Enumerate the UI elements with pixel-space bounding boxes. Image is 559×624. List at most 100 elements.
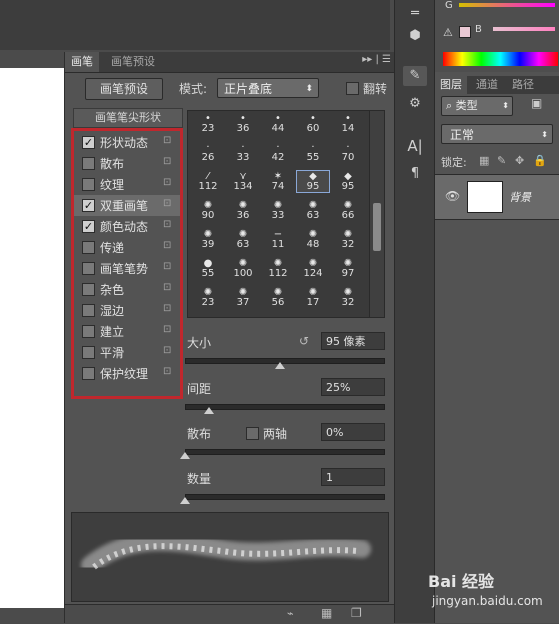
adjustments-icon[interactable]: ⚙ <box>403 94 427 114</box>
both-axes-checkbox[interactable] <box>246 427 259 440</box>
blend-mode-select[interactable]: 正常 ⬍ <box>441 124 553 144</box>
brush-grid-scrollbar[interactable] <box>369 110 385 318</box>
brush-tip-cell[interactable]: • 44 <box>262 113 294 134</box>
brush-option-checkbox[interactable] <box>82 283 95 296</box>
reset-size-icon[interactable]: ↺ <box>299 334 309 348</box>
lock-icon[interactable]: ⊡ <box>163 198 171 209</box>
scatter-slider-knob[interactable] <box>180 452 190 459</box>
count-value[interactable]: 1 <box>321 468 385 486</box>
brush-option-checkbox[interactable] <box>82 262 95 275</box>
lock-icon[interactable]: ⊡ <box>163 261 171 272</box>
brush-tip-cell[interactable]: ⋎ 134 <box>227 171 259 192</box>
brush-tip-cell[interactable]: ✺ 63 <box>297 200 329 221</box>
brush-tip-cell[interactable]: ✺ 90 <box>192 200 224 221</box>
brush-tip-cell[interactable]: ✺ 32 <box>332 287 364 308</box>
brush-tip-cell[interactable]: • 60 <box>297 113 329 134</box>
brush-option-checkbox[interactable]: ✓ <box>82 199 95 212</box>
lock-icon[interactable]: ⊡ <box>163 324 171 335</box>
brush-tip-cell[interactable]: ✺ 97 <box>332 258 364 279</box>
count-slider[interactable] <box>185 494 385 500</box>
brush-option-row[interactable]: 纹理 ⊡ <box>74 174 180 195</box>
color-swatch[interactable] <box>459 26 471 38</box>
paragraph-icon[interactable]: ¶ <box>403 164 427 184</box>
brush-tip-cell[interactable]: • 36 <box>227 113 259 134</box>
lock-icon[interactable]: ⊡ <box>163 219 171 230</box>
brush-tip-cell[interactable]: · 42 <box>262 142 294 163</box>
lock-all-icon[interactable]: 🔒 <box>533 154 547 167</box>
brush-tip-cell[interactable]: • 23 <box>192 113 224 134</box>
brush-tip-cell[interactable]: · 70 <box>332 142 364 163</box>
tab-layers[interactable]: 图层 <box>435 76 467 94</box>
brush-tip-cell[interactable]: ✺ 17 <box>297 287 329 308</box>
brush-tip-cell[interactable]: ✺ 33 <box>262 200 294 221</box>
brush-option-checkbox[interactable] <box>82 241 95 254</box>
brush-option-row[interactable]: ✓ 双重画笔 ⊡ <box>74 195 180 216</box>
brush-option-row[interactable]: 湿边 ⊡ <box>74 300 180 321</box>
flip-checkbox[interactable] <box>346 82 359 95</box>
lock-icon[interactable]: ⊡ <box>163 366 171 377</box>
brush-tip-cell[interactable]: ⁄ 112 <box>192 171 224 192</box>
brush-option-row[interactable]: ✓ 颜色动态 ⊡ <box>74 216 180 237</box>
size-value[interactable]: 95 像素 <box>321 332 385 350</box>
brush-tip-cell[interactable]: ◆ 95 <box>296 170 330 193</box>
brush-option-checkbox[interactable] <box>82 178 95 191</box>
brush-tip-cell[interactable]: ✺ 36 <box>227 200 259 221</box>
document-canvas[interactable] <box>0 68 72 608</box>
brush-tip-cell[interactable]: • 14 <box>332 113 364 134</box>
lock-paint-icon[interactable]: ✎ <box>497 154 506 167</box>
tab-brush-presets[interactable]: 画笔预设 <box>105 52 161 72</box>
mode-select[interactable]: 正片叠底 ⬍ <box>217 78 319 98</box>
grid-icon[interactable]: ▦ <box>321 606 332 620</box>
lock-icon[interactable]: ⊡ <box>163 282 171 293</box>
brush-tip-cell[interactable]: ✺ 32 <box>332 229 364 250</box>
lock-icon[interactable]: ⊡ <box>163 303 171 314</box>
brush-tip-cell[interactable]: ✺ 66 <box>332 200 364 221</box>
new-brush-icon[interactable]: ❐ <box>351 606 362 620</box>
brush-option-row[interactable]: 散布 ⊡ <box>74 153 180 174</box>
tab-brush[interactable]: 画笔 <box>65 52 99 72</box>
spacing-slider[interactable] <box>185 404 385 410</box>
scrollbar-thumb[interactable] <box>373 203 381 251</box>
image-filter-icon[interactable]: ▣ <box>531 96 542 110</box>
lock-transparent-icon[interactable]: ▦ <box>479 154 489 167</box>
brush-tip-cell[interactable]: −11 <box>262 229 294 250</box>
brush-presets-button[interactable]: 画笔预设 <box>85 78 163 100</box>
scatter-value[interactable]: 0% <box>321 423 385 441</box>
brush-option-row[interactable]: 建立 ⊡ <box>74 321 180 342</box>
brush-tip-cell[interactable]: · 26 <box>192 142 224 163</box>
brush-tip-cell[interactable]: ● 55 <box>192 258 224 279</box>
brush-tip-cell[interactable]: ✺ 124 <box>297 258 329 279</box>
brush-tip-cell[interactable]: ✺ 39 <box>192 229 224 250</box>
brush-tip-shape-header[interactable]: 画笔笔尖形状 <box>73 108 183 128</box>
green-slider[interactable] <box>459 3 555 7</box>
brush-tip-cell[interactable]: · 55 <box>297 142 329 163</box>
tab-channels[interactable]: 通道 <box>471 76 503 94</box>
brush-option-row[interactable]: 杂色 ⊡ <box>74 279 180 300</box>
brush-option-row[interactable]: 画笔笔势 ⊡ <box>74 258 180 279</box>
brush-option-checkbox[interactable] <box>82 325 95 338</box>
kind-filter-select[interactable]: ⌕ 类型 ⬍ <box>441 96 513 116</box>
brush-tip-cell[interactable]: ◆ 95 <box>332 171 364 192</box>
brush-panel-icon[interactable]: ✎ <box>403 66 427 86</box>
lock-icon[interactable]: ⊡ <box>163 135 171 146</box>
brush-tip-cell[interactable]: · 33 <box>227 142 259 163</box>
panel-menu-icon[interactable]: ▸▸ | ☰ <box>362 54 391 65</box>
toggle-live-tip-icon[interactable]: ⌁ <box>287 607 294 620</box>
brush-option-checkbox[interactable] <box>82 304 95 317</box>
brush-option-checkbox[interactable] <box>82 367 95 380</box>
brush-tip-cell[interactable]: ✺ 100 <box>227 258 259 279</box>
brush-option-row[interactable]: 平滑 ⊡ <box>74 342 180 363</box>
character-icon[interactable]: A| <box>403 136 427 156</box>
visibility-eye-icon[interactable]: 👁 <box>445 189 460 203</box>
spacing-slider-knob[interactable] <box>203 407 214 414</box>
brush-tip-cell[interactable]: ✺ 48 <box>297 229 329 250</box>
lock-position-icon[interactable]: ✥ <box>515 154 524 167</box>
3d-cube-icon[interactable]: ⬢ <box>403 26 427 46</box>
brush-tip-cell[interactable]: ✺ 56 <box>262 287 294 308</box>
lock-icon[interactable]: ⊡ <box>163 156 171 167</box>
brush-tip-cell[interactable]: ✺ 112 <box>262 258 294 279</box>
layer-row[interactable]: 👁 背景 <box>435 174 559 220</box>
size-slider-knob[interactable] <box>275 362 286 369</box>
brush-option-checkbox[interactable] <box>82 346 95 359</box>
lock-icon[interactable]: ⊡ <box>163 177 171 188</box>
